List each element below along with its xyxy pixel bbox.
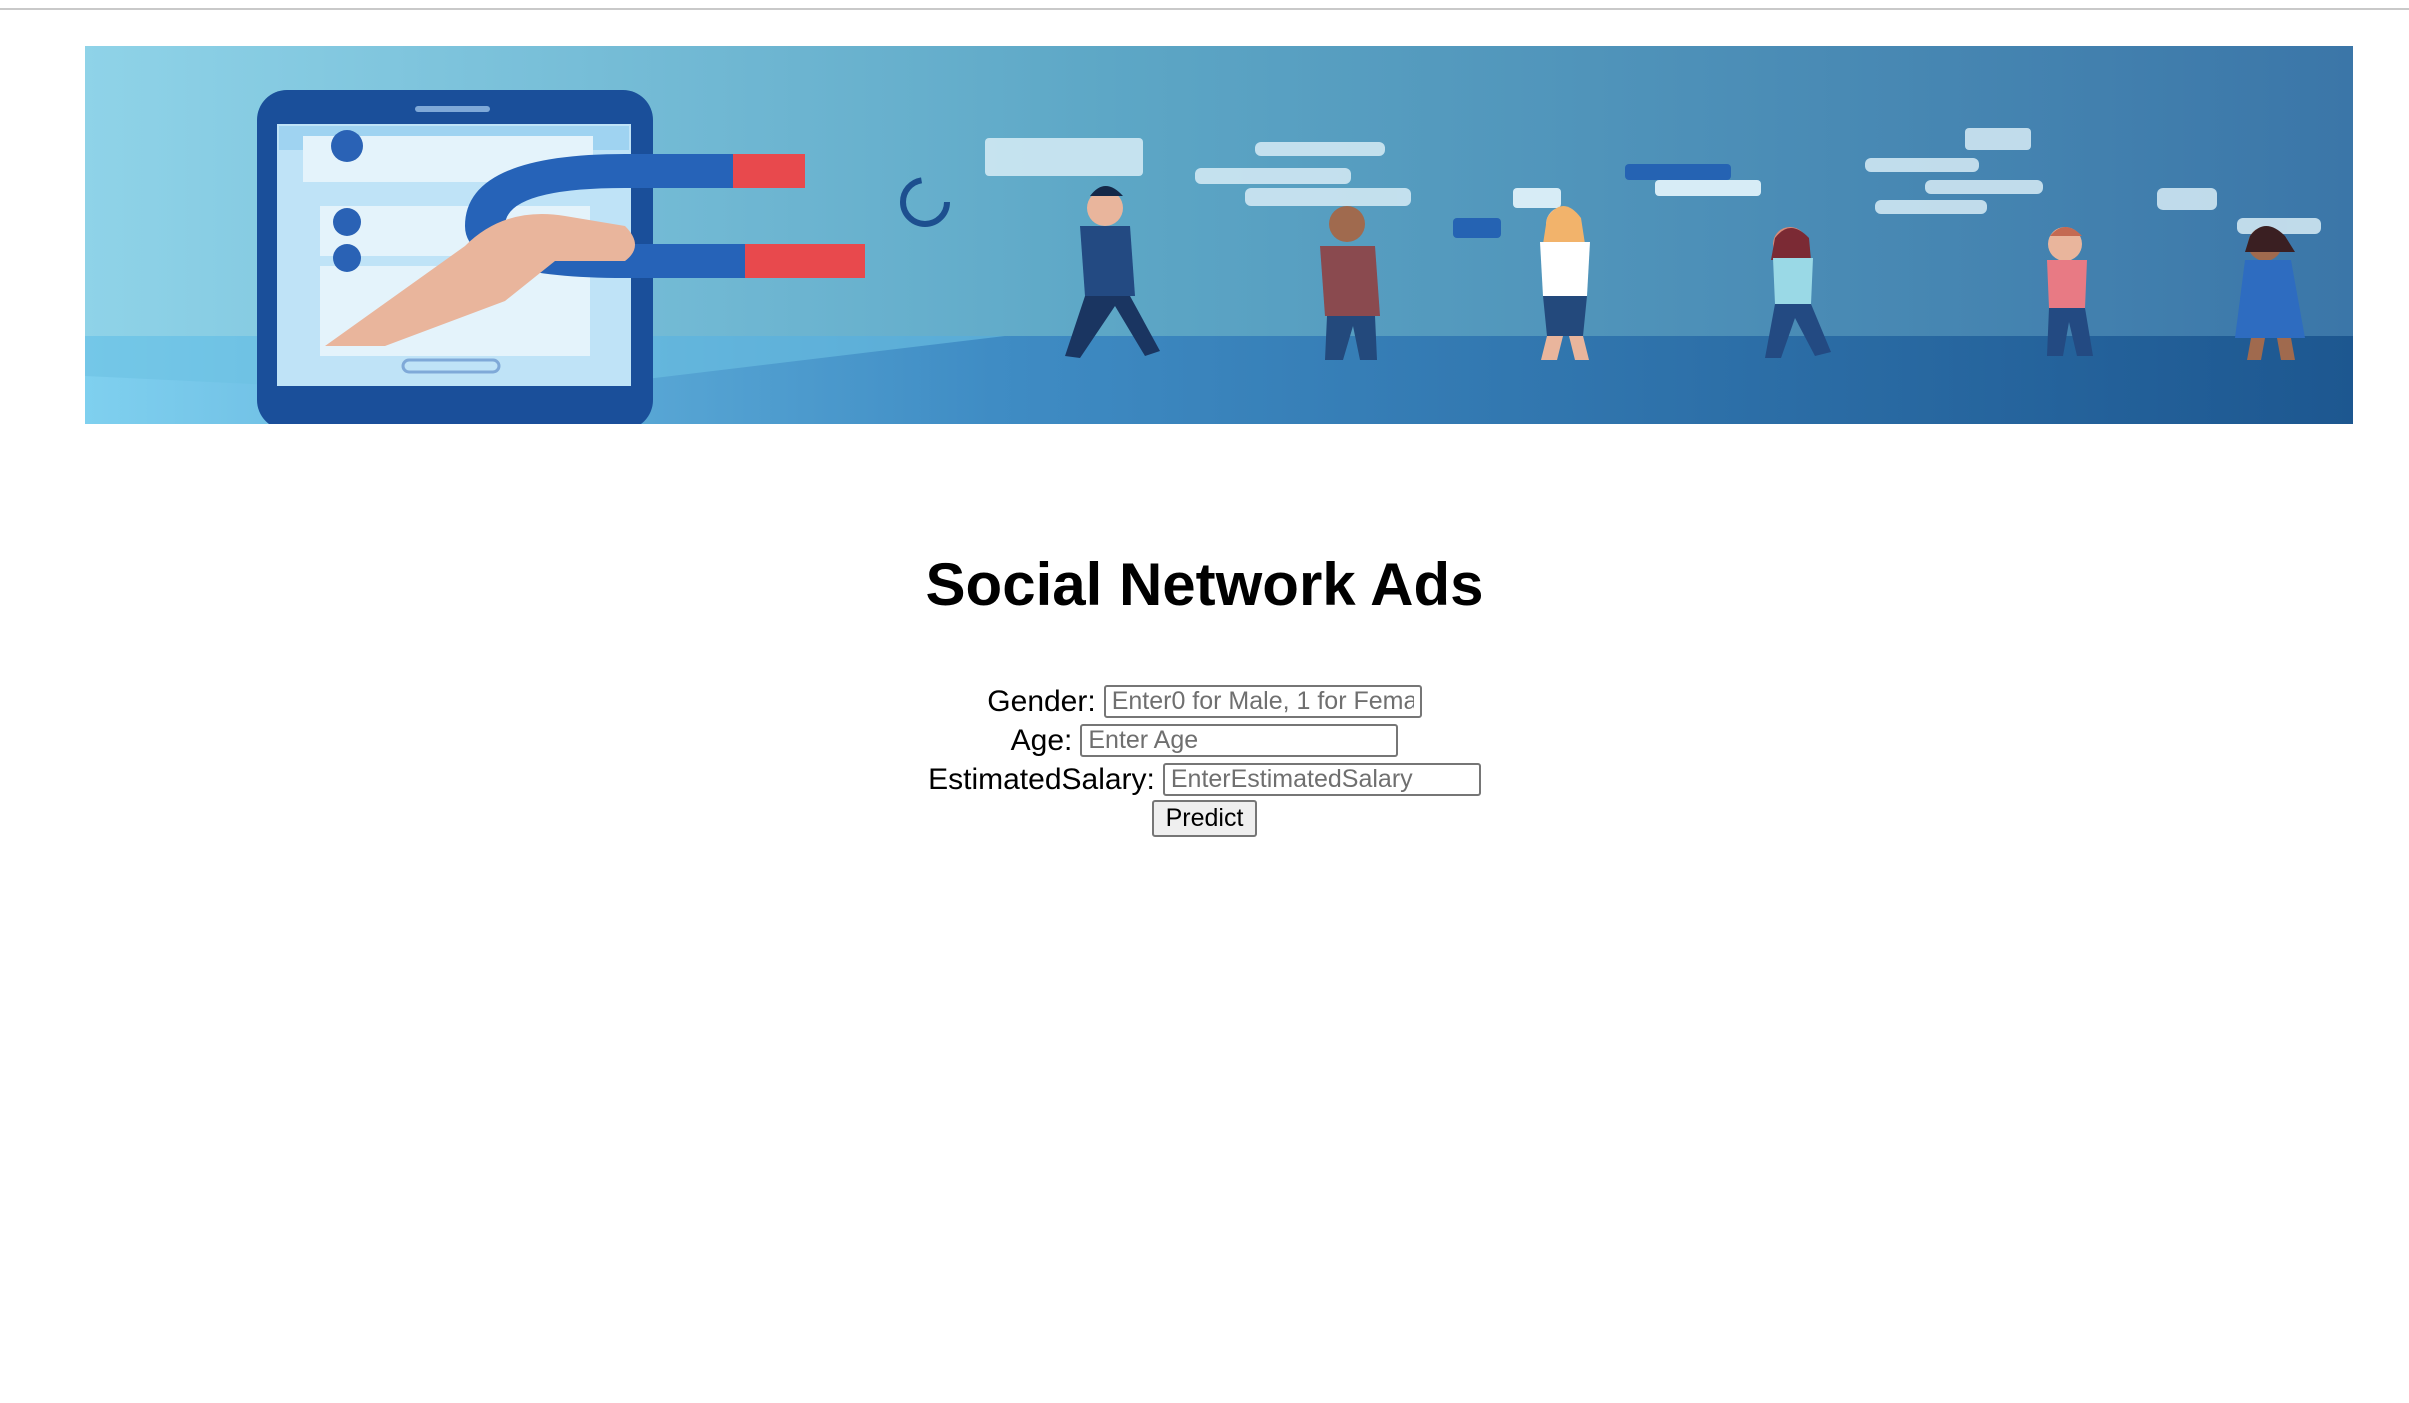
page-title: Social Network Ads [925, 551, 1484, 618]
age-label: Age: [1010, 723, 1073, 757]
gender-input[interactable] [1103, 684, 1422, 718]
submit-row: Predict [0, 797, 2409, 837]
age-input[interactable] [1080, 723, 1399, 757]
prediction-form: Gender: Age: EstimatedSalary: Predict [0, 680, 2409, 837]
salary-label: EstimatedSalary: [928, 762, 1155, 796]
gender-row: Gender: [0, 680, 2409, 719]
salary-input[interactable] [1162, 762, 1481, 796]
predict-button[interactable]: Predict [1151, 799, 1258, 837]
social-network-marketing-illustration [85, 46, 2353, 424]
browser-top-border [0, 0, 2409, 10]
age-row: Age: [0, 719, 2409, 758]
banner-image [85, 46, 2353, 424]
gender-label: Gender: [987, 684, 1096, 718]
salary-row: EstimatedSalary: [0, 758, 2409, 797]
